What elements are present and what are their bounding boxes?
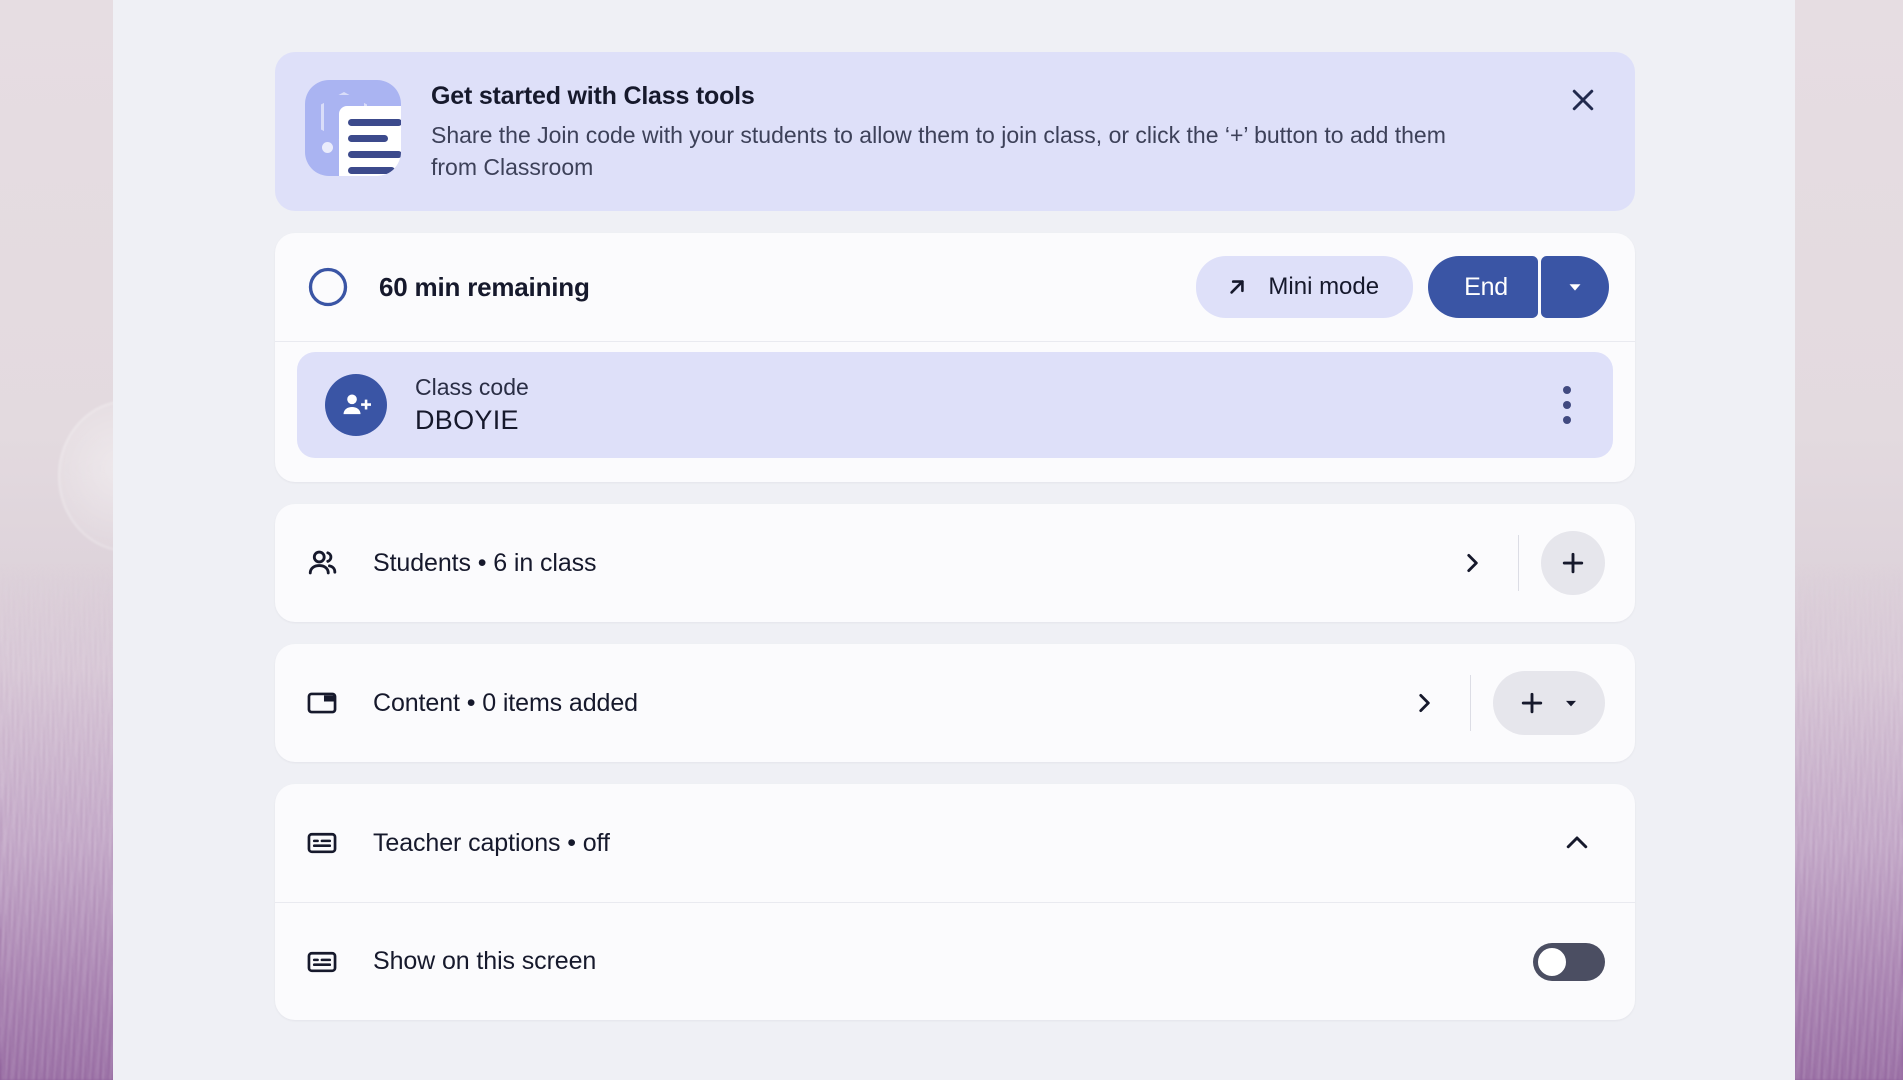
chevron-right-icon[interactable]	[1444, 535, 1500, 591]
session-card: 60 min remaining Mini mode End Class cod…	[275, 233, 1635, 482]
content-label: Content • 0 items added	[373, 688, 638, 717]
end-split-button: End	[1428, 256, 1609, 318]
arrow-up-right-icon	[1224, 274, 1250, 300]
teacher-captions-row[interactable]: Teacher captions • off	[275, 784, 1635, 902]
show-on-this-screen-controls	[1533, 942, 1605, 981]
chevron-up-icon[interactable]	[1549, 815, 1605, 871]
banner-title: Get started with Class tools	[431, 82, 755, 110]
content-card: Content • 0 items added	[275, 644, 1635, 762]
chevron-right-icon[interactable]	[1396, 675, 1452, 731]
document-glyph	[339, 106, 401, 176]
class-tools-document-icon	[305, 80, 401, 176]
plus-icon	[1558, 548, 1588, 578]
class-code-text-block: Class code DBOYIE	[415, 374, 529, 436]
plus-icon	[1517, 688, 1547, 718]
get-started-banner: Get started with Class tools Share the J…	[275, 52, 1635, 211]
card-divider	[275, 341, 1635, 342]
add-student-button[interactable]	[1541, 531, 1605, 595]
class-code-tile[interactable]: Class code DBOYIE	[297, 352, 1613, 458]
timer-label: 60 min remaining	[379, 271, 590, 302]
mini-mode-label: Mini mode	[1268, 273, 1380, 300]
timer-pie-icon	[307, 266, 349, 308]
teacher-captions-label: Teacher captions • off	[373, 828, 610, 857]
panel-content-column: Get started with Class tools Share the J…	[275, 0, 1635, 1020]
person-add-icon	[325, 374, 387, 436]
show-on-this-screen-label: Show on this screen	[373, 947, 597, 975]
content-row-controls	[1396, 671, 1605, 735]
mini-mode-button[interactable]: Mini mode	[1196, 256, 1414, 318]
students-row-controls	[1444, 531, 1605, 595]
caret-down-icon[interactable]	[1561, 693, 1581, 713]
closed-caption-icon	[305, 945, 345, 979]
timer-row: 60 min remaining Mini mode End	[275, 233, 1635, 341]
end-button[interactable]: End	[1428, 256, 1538, 318]
students-label: Students • 6 in class	[373, 548, 597, 577]
content-row[interactable]: Content • 0 items added	[275, 644, 1635, 762]
banner-body: Share the Join code with your students t…	[431, 122, 1446, 180]
class-tools-panel: Get started with Class tools Share the J…	[113, 0, 1795, 1080]
banner-text-block: Get started with Class tools Share the J…	[431, 78, 1605, 183]
row-divider	[1470, 675, 1471, 731]
class-code-value: DBOYIE	[415, 405, 519, 435]
dot-decoration	[322, 142, 333, 153]
teacher-captions-card: Teacher captions • off Show on this scre…	[275, 784, 1635, 1020]
class-code-caption: Class code	[415, 374, 529, 400]
more-vert-icon[interactable]	[1547, 381, 1587, 429]
teacher-captions-controls	[1549, 815, 1605, 871]
students-card: Students • 6 in class	[275, 504, 1635, 622]
window-content-icon	[305, 686, 345, 720]
show-on-this-screen-row[interactable]: Show on this screen	[275, 902, 1635, 1020]
chevron-down-icon	[1564, 276, 1586, 298]
close-icon[interactable]	[1561, 78, 1605, 122]
show-on-this-screen-toggle[interactable]	[1533, 942, 1605, 981]
people-icon	[305, 545, 345, 581]
add-content-button[interactable]	[1493, 671, 1605, 735]
closed-caption-icon	[305, 826, 345, 860]
students-row[interactable]: Students • 6 in class	[275, 504, 1635, 622]
end-dropdown-button[interactable]	[1541, 256, 1609, 318]
row-divider	[1518, 535, 1519, 591]
toggle-knob	[1536, 945, 1568, 978]
